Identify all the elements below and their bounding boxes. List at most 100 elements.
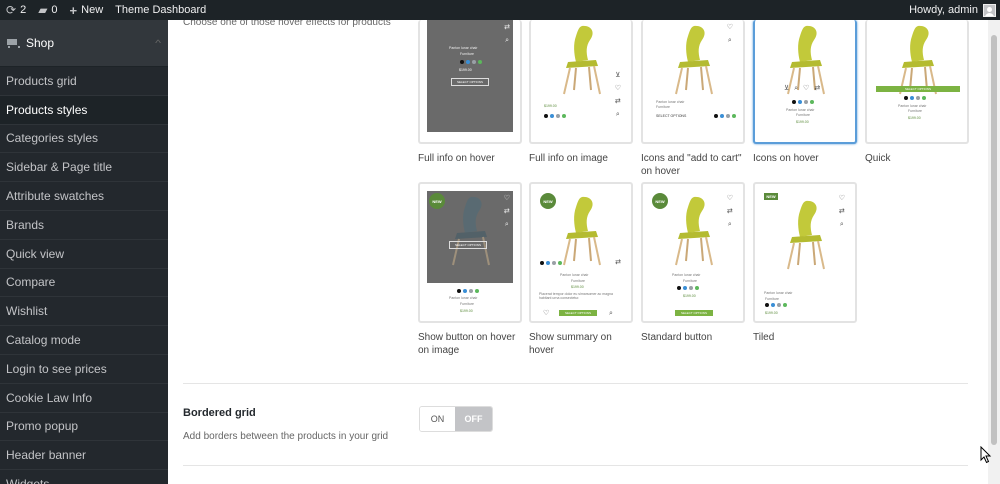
preview-product-name: Panton lunar chair	[449, 46, 478, 50]
account-menu[interactable]: Howdy, admin	[903, 0, 1000, 20]
swatch-green	[475, 289, 479, 293]
sidebar-item-categories-styles[interactable]: Categories styles	[0, 125, 168, 154]
chair-image	[668, 195, 720, 267]
site-name-link[interactable]: Theme Dashboard	[109, 0, 212, 20]
swatch-blue	[910, 96, 914, 100]
page-scrollbar[interactable]	[988, 20, 1000, 484]
heart-icon: ♡	[543, 310, 550, 317]
option-label: Standard button	[641, 332, 713, 343]
option-label: Show button on hover on image	[418, 332, 516, 356]
toggle-on-button[interactable]: ON	[420, 407, 455, 431]
swatch-grey	[777, 303, 781, 307]
swatch-black	[765, 303, 769, 307]
swatch-black	[457, 289, 461, 293]
hover-option-full-info-on-hover[interactable]: ⇄ ⌕ Panton lunar chair Furniture $199.00…	[418, 20, 522, 165]
preview-swatches	[540, 261, 562, 265]
sidebar-item-products-grid[interactable]: Products grid	[0, 67, 168, 96]
sidebar-item-promo-popup[interactable]: Promo popup	[0, 413, 168, 442]
swatch-black	[544, 114, 548, 118]
comments-link[interactable]: ▰ 0	[32, 0, 63, 20]
sidebar-item-attribute-swatches[interactable]: Attribute swatches	[0, 182, 168, 211]
option-preview: NEW ⇄ Panton lunar chair Furniture $199.…	[529, 182, 633, 323]
preview-side-icons: ♡ ⌕	[727, 24, 733, 44]
sidebar-item-brands[interactable]: Brands	[0, 211, 168, 240]
hover-option-tiled[interactable]: NEW ♡ ⇄ ⌕ Panton lunar chair Furniture $…	[753, 182, 857, 344]
sidebar-item-catalog-mode[interactable]: Catalog mode	[0, 326, 168, 355]
section-divider	[183, 383, 968, 384]
chair-image	[556, 195, 608, 267]
option-preview: SELECT OPTIONS Panton lunar chair Furnit…	[865, 20, 969, 144]
preview-category: Furniture	[683, 279, 698, 283]
preview-price: $199.00	[683, 294, 696, 298]
preview-select-button: SELECT OPTIONS	[449, 241, 487, 249]
swatch-grey	[472, 60, 476, 64]
product-preview: ⇄ ⌕ Panton lunar chair Furniture $199.00…	[427, 20, 513, 132]
preview-swatches	[460, 60, 482, 64]
sidebar-item-widgets[interactable]: Widgets	[0, 470, 168, 484]
heart-icon: ♡	[503, 195, 510, 202]
search-icon: ⌕	[615, 111, 620, 118]
preview-select-button: SELECT OPTIONS	[451, 78, 489, 86]
preview-swatches	[792, 100, 814, 104]
chevron-up-icon: ^	[154, 38, 161, 48]
sidebar-item-wishlist[interactable]: Wishlist	[0, 297, 168, 327]
hover-option-icons-on-hover[interactable]: ⊻ ⌕ ♡ ⇄ Panton lunar chair Furniture $19…	[753, 20, 857, 165]
swatch-green	[810, 100, 814, 104]
cart-icon: ⊻	[784, 85, 790, 92]
option-label: Full info on hover	[418, 153, 495, 164]
new-badge: NEW	[540, 193, 556, 209]
admin-bar: ⟳ 2 ▰ 0 + New Theme Dashboard Howdy, adm…	[0, 0, 1000, 20]
sidebar-item-cookie-law-info[interactable]: Cookie Law Info	[0, 384, 168, 413]
swatch-grey	[552, 261, 556, 265]
chair-image	[445, 195, 497, 267]
preview-category: Furniture	[571, 279, 586, 283]
cart-icon	[6, 38, 20, 48]
search-icon: ⌕	[794, 85, 799, 92]
cart-icon: ⊻	[615, 72, 621, 79]
shuffle-icon: ⇄	[838, 208, 845, 215]
swatch-grey	[916, 96, 920, 100]
swatch-green	[695, 286, 699, 290]
sidebar-item-header-banner[interactable]: Header banner	[0, 441, 168, 471]
updates-icon: ⟳	[6, 3, 17, 17]
preview-category: Furniture	[656, 105, 671, 109]
hover-option-standard-button[interactable]: NEW ♡ ⇄ ⌕ Panton lunar chair Furniture $…	[641, 182, 745, 344]
product-preview: NEW ♡ ⇄ ⌕	[650, 191, 736, 271]
shop-menu-title: Shop	[26, 36, 55, 50]
new-badge: NEW	[429, 193, 445, 209]
preview-price: $199.00	[460, 309, 473, 313]
product-preview: SELECT OPTIONS Panton lunar chair Furnit…	[874, 20, 960, 132]
swatch-green	[562, 114, 566, 118]
shop-menu-header[interactable]: Shop ^	[0, 20, 168, 67]
hover-option-show-button-on-hover-on-image[interactable]: NEW ♡ ⇄ ⌕ SELECT OPTIONS Panton lunar ch…	[418, 182, 522, 357]
updates-link[interactable]: ⟳ 2	[0, 0, 32, 20]
preview-product-name: Panton lunar chair	[786, 108, 815, 112]
search-icon: ⌕	[727, 37, 732, 44]
swatch-blue	[771, 303, 775, 307]
hover-option-quick[interactable]: SELECT OPTIONS Panton lunar chair Furnit…	[865, 20, 969, 165]
search-icon: ⌕	[839, 221, 844, 228]
search-icon: ⌕	[727, 221, 732, 228]
sidebar-item-login-to-see-prices[interactable]: Login to see prices	[0, 355, 168, 384]
hover-option-full-info-on-image[interactable]: ⊻ ♡ ⇄ ⌕ $199.00 Full info on image	[529, 20, 633, 165]
sidebar-item-compare[interactable]: Compare	[0, 269, 168, 298]
shuffle-icon: ⇄	[614, 98, 621, 105]
option-preview: ♡ ⌕ Panton lunar chair Furniture SELECT …	[641, 20, 745, 144]
scrollbar-thumb[interactable]	[991, 35, 997, 445]
hover-option-icons-add-to-cart-on-hover[interactable]: ♡ ⌕ Panton lunar chair Furniture SELECT …	[641, 20, 745, 178]
product-preview: ⊻ ⌕ ♡ ⇄ Panton lunar chair Furniture $19…	[762, 20, 848, 132]
toggle-off-button[interactable]: OFF	[455, 407, 492, 431]
sidebar-item-sidebar-page-title[interactable]: Sidebar & Page title	[0, 153, 168, 183]
sidebar-item-quick-view[interactable]: Quick view	[0, 240, 168, 269]
bordered-grid-toggle[interactable]: ON OFF	[419, 406, 493, 432]
option-preview: ⇄ ⌕ Panton lunar chair Furniture $199.00…	[418, 20, 522, 144]
comments-count: 0	[51, 4, 58, 16]
swatch-grey	[726, 114, 730, 118]
option-label: Tiled	[753, 332, 775, 343]
sidebar-item-products-styles[interactable]: Products styles	[0, 95, 168, 125]
preview-select-button: SELECT OPTIONS	[675, 310, 713, 316]
preview-select-link: SELECT OPTIONS	[656, 114, 687, 118]
hover-option-show-summary-on-hover[interactable]: NEW ⇄ Panton lunar chair Furniture $199.…	[529, 182, 633, 357]
new-content-link[interactable]: + New	[64, 0, 110, 20]
swatch-grey	[689, 286, 693, 290]
